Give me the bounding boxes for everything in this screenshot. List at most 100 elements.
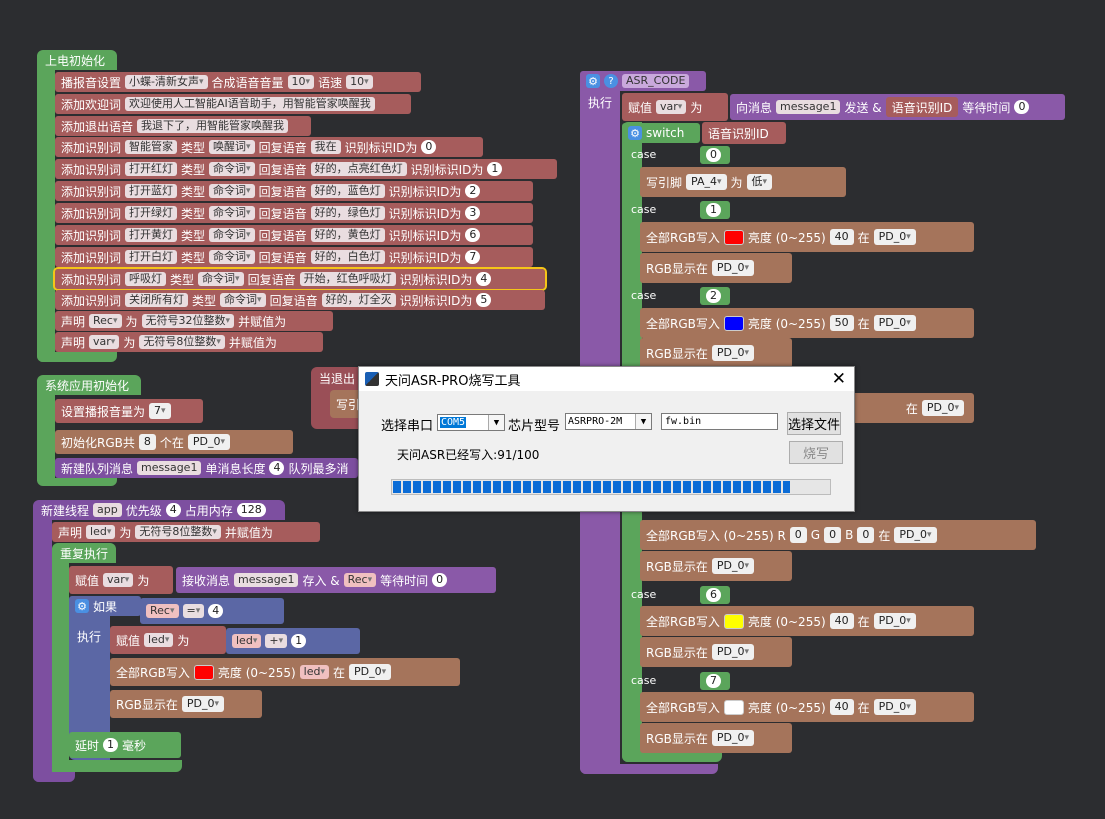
pin-select[interactable]: PD_0 — [187, 434, 231, 450]
brightness-field[interactable]: 50 — [829, 315, 854, 331]
set-volume-block[interactable]: 设置播报音量为 7 — [55, 399, 203, 423]
declare-var-block[interactable]: 声明 var 为 无符号8位整数 并赋值为 — [55, 332, 323, 352]
sys-init-block[interactable]: 系统应用初始化 — [37, 375, 141, 395]
wait-field[interactable]: 0 — [432, 573, 448, 587]
volume-select[interactable]: 10 — [287, 75, 315, 89]
file-path-field[interactable]: fw.bin — [661, 413, 778, 430]
id-field[interactable]: 4 — [476, 272, 492, 286]
case-value-block[interactable]: 2 — [700, 287, 730, 305]
gear-icon[interactable]: ⚙ — [628, 126, 642, 140]
id-field[interactable]: 5 — [476, 293, 492, 307]
type-select[interactable]: 无符号8位整数 — [135, 525, 221, 539]
new-thread-block[interactable]: 新建线程 app 优先级 4 占用内存 128 — [33, 500, 285, 520]
help-icon[interactable]: ? — [604, 74, 618, 88]
pin-select[interactable]: PD_0 — [873, 699, 916, 715]
var-select[interactable]: var — [103, 573, 134, 587]
case-value-block[interactable]: 7 — [700, 672, 730, 690]
var-var-select[interactable]: var — [89, 335, 120, 349]
volume-select[interactable]: 7 — [149, 403, 171, 419]
rgb-show-block[interactable]: RGB显示在 PD_0 — [640, 723, 792, 753]
reply-field[interactable]: 好的，白色灯 — [310, 250, 385, 264]
command-word-field[interactable]: 呼吸灯 — [125, 272, 167, 286]
case-value[interactable]: 6 — [706, 588, 721, 602]
pin-select[interactable]: PD_0 — [873, 315, 916, 331]
write-pin-block[interactable]: 写引脚 PA_4 为 低 — [640, 167, 846, 197]
rhs-field[interactable]: 1 — [291, 634, 307, 648]
type-select[interactable]: 命令词 — [209, 228, 255, 242]
id-field[interactable]: 7 — [465, 250, 481, 264]
pin-select[interactable]: PD_0 — [711, 260, 755, 276]
chip-select[interactable]: ASRPRO-2M ▼ — [565, 413, 652, 430]
rgb-write-block[interactable]: 全部RGB写入 亮度 (0~255) 40 在 PD_0 — [640, 692, 974, 722]
rgb-show-block[interactable]: RGB显示在 PD_0 — [640, 253, 792, 283]
rgb-write-rgb-block[interactable]: 全部RGB写入 (0~255) R 0 G 0 B 0 在 PD_0 — [640, 520, 1036, 550]
color-swatch[interactable] — [723, 613, 744, 629]
type-select[interactable]: 命令词 — [220, 293, 266, 307]
id-field[interactable]: 3 — [465, 206, 481, 220]
level-select[interactable]: 低 — [746, 174, 773, 190]
wait-field[interactable]: 0 — [1014, 100, 1030, 114]
pin-select[interactable]: PD_0 — [711, 644, 755, 660]
brightness-field[interactable]: 40 — [829, 229, 854, 245]
speed-select[interactable]: 10 — [346, 75, 373, 89]
command-word-block[interactable]: 添加识别词关闭所有灯类型命令词回复语音好的，灯全灭识别标识ID为5 — [55, 290, 545, 310]
color-swatch[interactable] — [723, 699, 744, 715]
rgb-show-block[interactable]: RGB显示在 PD_0 — [110, 690, 262, 718]
command-word-field[interactable]: 打开黄灯 — [125, 228, 178, 242]
thread-name-field[interactable]: app — [93, 503, 122, 517]
pin-select[interactable]: PA_4 — [686, 174, 727, 190]
welcome-text-field[interactable]: 欢迎使用人工智能AI语音助手，用智能管家唤醒我 — [125, 97, 375, 111]
target-select[interactable]: Rec — [343, 573, 377, 587]
declare-rec-block[interactable]: 声明 Rec 为 无符号32位整数 并赋值为 — [55, 311, 333, 331]
chevron-down-icon[interactable]: ▼ — [635, 414, 651, 429]
rgb-show-block[interactable]: RGB显示在 PD_0 — [640, 637, 792, 667]
case-value-block[interactable]: 6 — [700, 586, 730, 604]
command-word-field[interactable]: 打开红灯 — [125, 162, 178, 176]
exit-voice-block[interactable]: 添加退出语音 我退下了，用智能管家唤醒我 — [55, 116, 311, 136]
queue-name-field[interactable]: message1 — [137, 461, 202, 475]
pin-select[interactable]: PD_0 — [711, 730, 755, 746]
close-icon[interactable]: ✕ — [832, 369, 846, 389]
rgb-show-block[interactable]: RGB显示在 PD_0 — [640, 551, 792, 581]
pin-select[interactable]: PD_0 — [711, 558, 755, 574]
type-select[interactable]: 命令词 — [209, 250, 255, 264]
case-value-block[interactable]: 1 — [700, 201, 730, 219]
id-field[interactable]: 0 — [421, 140, 437, 154]
command-word-field[interactable]: 打开蓝灯 — [125, 184, 178, 198]
command-word-block[interactable]: 添加识别词呼吸灯类型命令词回复语音开始，红色呼吸灯识别标识ID为4 — [53, 267, 547, 291]
queue-len-field[interactable]: 4 — [269, 461, 285, 475]
switch-value-block[interactable]: 语音识别ID — [702, 122, 786, 144]
var-select[interactable]: led — [144, 633, 174, 647]
rgb-write-block[interactable]: 全部RGB写入 亮度 (0~255) 40 在 PD_0 — [640, 222, 974, 252]
command-word-field[interactable]: 关闭所有灯 — [125, 293, 189, 307]
type-select[interactable]: 命令词 — [209, 162, 255, 176]
voice-select[interactable]: 小蝶-清新女声 — [125, 75, 208, 89]
repeat-block[interactable]: 重复执行 — [52, 543, 116, 563]
case-value-block[interactable]: 0 — [700, 146, 730, 164]
add-block[interactable]: led + 1 — [226, 628, 360, 654]
assign-var-block[interactable]: 赋值 var 为 — [622, 93, 728, 121]
reply-field[interactable]: 好的，蓝色灯 — [310, 184, 385, 198]
id-field[interactable]: 1 — [487, 162, 503, 176]
command-word-block[interactable]: 添加识别词打开黄灯类型命令词回复语音好的，黄色灯识别标识ID为6 — [55, 225, 533, 245]
delay-block[interactable]: 延时 1 毫秒 — [69, 732, 181, 758]
type-select[interactable]: 唤醒词 — [209, 140, 255, 154]
led-count-field[interactable]: 8 — [138, 434, 156, 450]
pin-select[interactable]: PD_0 — [894, 527, 937, 543]
reply-field[interactable]: 好的，黄色灯 — [310, 228, 385, 242]
pin-select[interactable]: PD_0 — [921, 400, 964, 416]
rgb-write-block[interactable]: 全部RGB写入 亮度 (0~255) 40 在 PD_0 — [640, 606, 974, 636]
type-select[interactable]: 无符号32位整数 — [141, 314, 235, 328]
burn-button[interactable]: 烧写 — [789, 441, 843, 464]
gear-icon[interactable]: ⚙ — [586, 74, 600, 88]
delay-field[interactable]: 1 — [103, 738, 119, 752]
wake-word-block[interactable]: 添加识别词 智能管家 类型 唤醒词 回复语音 我在 识别标识ID为 0 — [55, 137, 483, 157]
reply-field[interactable]: 好的，绿色灯 — [310, 206, 385, 220]
command-word-block[interactable]: 添加识别词打开红灯类型命令词回复语音好的，点亮红色灯识别标识ID为1 — [55, 159, 557, 179]
rhs-field[interactable]: 4 — [208, 604, 224, 618]
reply-field[interactable]: 开始，红色呼吸灯 — [299, 272, 396, 286]
color-swatch[interactable] — [723, 315, 744, 331]
command-word-field[interactable]: 打开白灯 — [125, 250, 178, 264]
exit-text-field[interactable]: 我退下了，用智能管家唤醒我 — [137, 119, 289, 133]
var-rec-select[interactable]: Rec — [89, 314, 122, 328]
